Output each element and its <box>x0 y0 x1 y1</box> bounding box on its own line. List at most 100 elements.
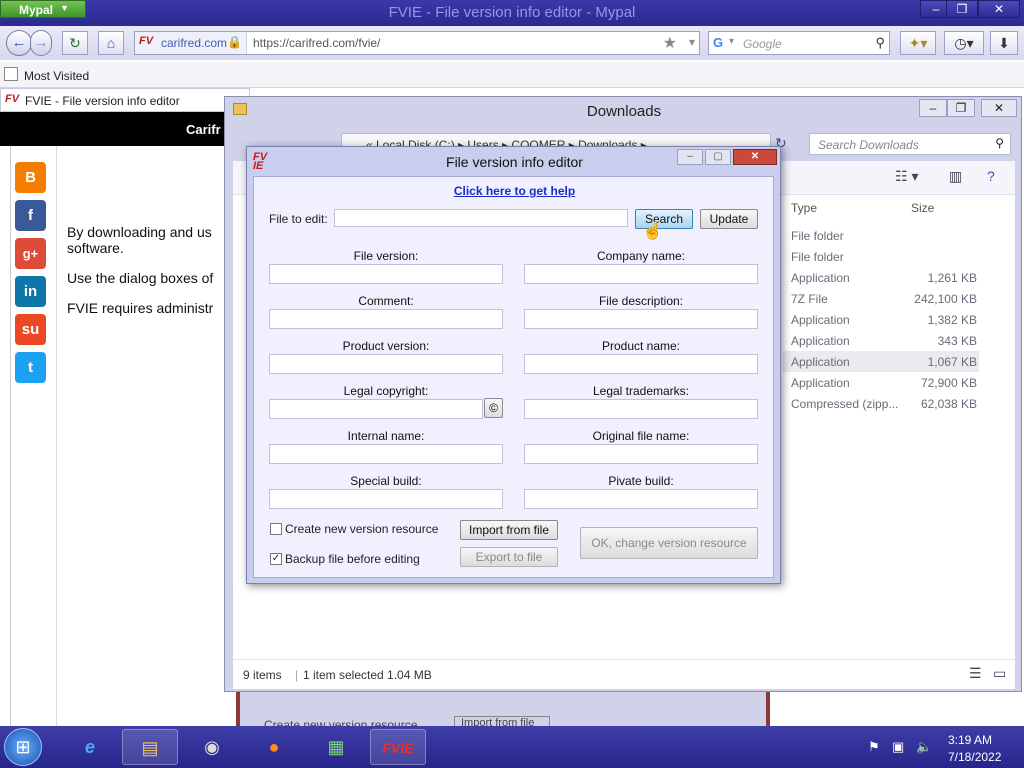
network-icon[interactable]: ▣ <box>892 739 904 755</box>
url-dropdown-icon[interactable]: ▾ <box>689 35 695 49</box>
create-new-checkbox[interactable] <box>270 523 282 535</box>
original-file-name-input[interactable] <box>524 444 758 464</box>
product-version-input[interactable] <box>269 354 503 374</box>
internet-explorer-icon[interactable]: e <box>62 729 118 765</box>
stumbleupon-icon[interactable]: su <box>15 314 46 345</box>
details-view-icon[interactable]: ☰ <box>969 665 982 682</box>
home-button[interactable]: ⌂ <box>98 31 124 55</box>
browser-tab[interactable]: FV FVIE - File version info editor <box>0 88 250 112</box>
backup-checkbox[interactable]: ✓ <box>270 553 282 565</box>
background-dialog: Create new version resource Import from … <box>236 692 770 732</box>
file-explorer-icon[interactable]: ▤ <box>122 729 178 765</box>
bookmark-most-visited[interactable]: Most Visited <box>24 69 89 83</box>
file-row[interactable]: Application 343 KB <box>783 330 979 351</box>
import-from-file-button[interactable]: Import from file <box>460 520 558 540</box>
minimize-button[interactable]: – <box>919 99 947 117</box>
extension-button[interactable]: ✦▾ <box>900 31 936 55</box>
linkedin-icon[interactable]: in <box>15 276 46 307</box>
view-options-icon[interactable]: ☷ ▾ <box>895 168 918 185</box>
file-row[interactable]: File folder <box>783 246 979 267</box>
maximize-button[interactable]: ❐ <box>946 0 978 18</box>
special-build-input[interactable] <box>269 489 503 509</box>
start-button[interactable]: ⊞ <box>4 728 42 766</box>
file-row-selected[interactable]: Application 1,067 KB <box>783 351 979 372</box>
clock-icon: ◷▾ <box>954 35 974 51</box>
company-name-label: Company name: <box>596 249 686 263</box>
special-build-label: Special build: <box>350 474 422 488</box>
extension-icon: ✦▾ <box>908 35 928 51</box>
legal-copyright-input[interactable] <box>269 399 483 419</box>
search-icon[interactable]: ⚲ <box>875 35 885 51</box>
url-text: https://carifred.com/fvie/ <box>253 36 381 50</box>
url-bar[interactable]: FV carifred.com 🔒 https://carifred.com/f… <box>134 31 700 55</box>
site-identity[interactable]: FV carifred.com 🔒 <box>135 32 247 54</box>
product-name-input[interactable] <box>524 354 758 374</box>
home-icon: ⌂ <box>106 35 116 51</box>
web-search-bar[interactable]: G ▾ Google ⚲ <box>708 31 890 55</box>
company-name-input[interactable] <box>524 264 758 284</box>
fvie-taskbar-icon[interactable]: FVIE <box>370 729 426 765</box>
minimize-button[interactable]: – <box>677 149 703 165</box>
file-type: Compressed (zipp... <box>791 397 899 411</box>
legal-copyright-label: Legal copyright: <box>343 384 429 398</box>
close-button[interactable]: ✕ <box>981 99 1017 117</box>
clock-time[interactable]: 3:19 AM <box>948 733 992 747</box>
clock-date[interactable]: 7/18/2022 <box>948 750 1001 764</box>
close-button[interactable]: ✕ <box>978 0 1020 18</box>
page-text-line: FVIE requires administr <box>67 300 214 316</box>
private-build-input[interactable] <box>524 489 758 509</box>
downloads-button[interactable]: ⬇ <box>990 31 1018 55</box>
file-row[interactable]: Application 1,261 KB <box>783 267 979 288</box>
file-row[interactable]: Application 72,900 KB <box>783 372 979 393</box>
help-icon[interactable]: ? <box>987 168 995 184</box>
copyright-symbol-button[interactable]: © <box>484 398 503 418</box>
private-build-label: Pivate build: <box>608 474 674 488</box>
help-link[interactable]: Click here to get help <box>254 184 775 198</box>
engine-dropdown-icon[interactable]: ▾ <box>729 36 734 47</box>
maximize-button[interactable]: ❐ <box>947 99 975 117</box>
forward-button[interactable]: → <box>30 30 52 56</box>
file-type: File folder <box>791 229 844 243</box>
preview-pane-icon[interactable]: ▥ <box>949 168 962 185</box>
file-description-input[interactable] <box>524 309 758 329</box>
export-to-file-button[interactable]: Export to file <box>460 547 558 567</box>
file-to-edit-label: File to edit: <box>269 212 328 226</box>
search-icon[interactable]: ⚲ <box>995 136 1004 150</box>
product-name-label: Product name: <box>601 339 681 353</box>
file-type: Application <box>791 271 850 285</box>
explorer-search-input[interactable]: Search Downloads ⚲ <box>809 133 1011 155</box>
google-plus-icon[interactable]: g+ <box>15 238 46 269</box>
file-row[interactable]: Application 1,382 KB <box>783 309 979 330</box>
file-row[interactable]: File folder <box>783 225 979 246</box>
twitter-icon[interactable]: t <box>15 352 46 383</box>
registry-editor-icon[interactable]: ▦ <box>308 729 364 765</box>
flag-icon[interactable]: ⚑ <box>868 739 880 755</box>
file-to-edit-input[interactable] <box>334 209 628 227</box>
legal-trademarks-input[interactable] <box>524 399 758 419</box>
file-row[interactable]: 7Z File 242,100 KB <box>783 288 979 309</box>
bookmark-star-icon[interactable]: ★ <box>663 33 677 53</box>
tiles-view-icon[interactable]: ▭ <box>993 665 1006 682</box>
back-button[interactable]: ← <box>6 30 32 56</box>
file-size: 1,067 KB <box>927 355 977 369</box>
column-header-size[interactable]: Size <box>911 201 934 215</box>
raccoon-app-icon[interactable]: ◉ <box>184 729 240 765</box>
facebook-icon[interactable]: f <box>15 200 46 231</box>
firefox-icon[interactable]: ● <box>246 729 302 765</box>
close-button[interactable]: ✕ <box>733 149 777 165</box>
update-button[interactable]: Update <box>700 209 758 229</box>
reload-button[interactable]: ↻ <box>62 31 88 55</box>
maximize-button[interactable]: ▢ <box>705 149 731 165</box>
internal-name-input[interactable] <box>269 444 503 464</box>
file-row[interactable]: Compressed (zipp... 62,038 KB <box>783 393 979 414</box>
bookmarks-toolbar: Most Visited <box>0 62 1024 88</box>
create-new-label: Create new version resource <box>285 522 439 536</box>
comment-input[interactable] <box>269 309 503 329</box>
file-version-input[interactable] <box>269 264 503 284</box>
ok-change-version-button[interactable]: OK, change version resource <box>580 527 758 559</box>
explorer-status-bar: 9 items | 1 item selected 1.04 MB ☰ ▭ <box>233 659 1015 689</box>
column-header-type[interactable]: Type <box>791 201 817 215</box>
history-button[interactable]: ◷▾ <box>944 31 984 55</box>
blogger-icon[interactable]: B <box>15 162 46 193</box>
volume-icon[interactable]: 🔈 <box>916 739 932 755</box>
